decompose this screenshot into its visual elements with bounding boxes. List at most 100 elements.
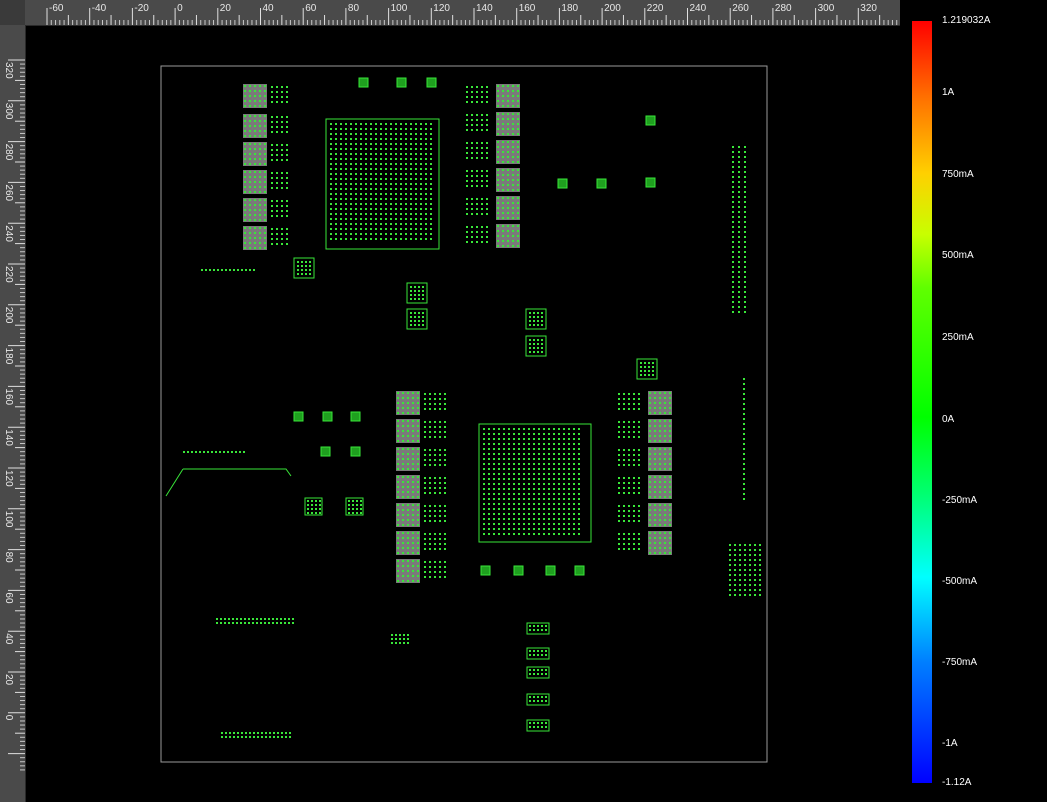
cap-via <box>424 548 426 550</box>
connector-pin <box>257 736 259 738</box>
upper-bga-ball <box>405 228 407 230</box>
memory-via <box>417 552 419 554</box>
cap-via <box>271 144 273 146</box>
chip-via <box>315 504 317 506</box>
via-block <box>744 574 746 576</box>
lower-bga-ball <box>558 453 560 455</box>
right-via-column <box>738 186 740 188</box>
cap-via <box>466 86 468 88</box>
memory-via <box>254 219 256 221</box>
connector-pin <box>199 451 201 453</box>
upper-bga-ball <box>335 238 337 240</box>
cap-via <box>444 520 446 522</box>
lower-bga-ball <box>528 453 530 455</box>
cap-via <box>286 101 288 103</box>
cap-via <box>439 449 441 451</box>
lower-bga-ball <box>528 503 530 505</box>
connector-pin <box>225 732 227 734</box>
cap-via <box>271 243 273 245</box>
memory-via <box>497 245 499 247</box>
memory-via <box>517 100 519 102</box>
cap-via <box>466 208 468 210</box>
connector-pin <box>229 732 231 734</box>
cap-via <box>281 154 283 156</box>
lower-bga-ball <box>558 498 560 500</box>
small-chip <box>426 77 437 88</box>
cap-via <box>476 226 478 228</box>
lower-bga-ball <box>548 508 550 510</box>
right-via-column <box>738 291 740 293</box>
ruler-left-label: 320 <box>3 62 14 79</box>
connector-pin <box>533 700 535 702</box>
upper-bga-ball <box>425 208 427 210</box>
memory-via <box>244 148 246 150</box>
memory-via <box>412 580 414 582</box>
connector-pin <box>288 618 290 620</box>
memory-via <box>512 113 514 115</box>
upper-bga-ball <box>405 123 407 125</box>
right-via-column <box>738 176 740 178</box>
cap-via <box>633 426 635 428</box>
cap-via <box>481 129 483 131</box>
memory-via <box>264 163 266 165</box>
memory-via <box>254 90 256 92</box>
cap-via <box>434 449 436 451</box>
upper-bga-ball <box>350 148 352 150</box>
lower-bga-ball <box>488 443 490 445</box>
chip-via <box>356 500 358 502</box>
via-block <box>734 589 736 591</box>
connector-pin <box>545 629 547 631</box>
connector-pin <box>217 269 219 271</box>
right-via-column <box>732 246 734 248</box>
ruler-left-label: 300 <box>3 103 14 120</box>
lower-bga-ball <box>508 508 510 510</box>
cap-via <box>618 515 620 517</box>
upper-bga-ball <box>345 228 347 230</box>
inductor-via <box>644 362 646 364</box>
upper-bga-ball <box>365 148 367 150</box>
upper-bga-ball <box>410 188 412 190</box>
upper-bga-ball <box>405 213 407 215</box>
memory-via <box>659 481 661 483</box>
upper-bga-ball <box>335 128 337 130</box>
memory-via <box>659 486 661 488</box>
lower-bga-ball <box>568 518 570 520</box>
memory-via <box>249 186 251 188</box>
right-via-column <box>744 181 746 183</box>
memory-via <box>502 197 504 199</box>
memory-via <box>407 397 409 399</box>
memory-via <box>244 186 246 188</box>
upper-bga-ball <box>340 158 342 160</box>
lower-bga-ball <box>503 463 505 465</box>
cap-via <box>429 492 431 494</box>
lower-bga-ball <box>563 458 565 460</box>
upper-bga-ball <box>400 218 402 220</box>
lower-bga-ball <box>578 443 580 445</box>
cap-via <box>486 96 488 98</box>
lower-bga-ball <box>553 533 555 535</box>
right-via-column <box>738 171 740 173</box>
memory-via <box>502 118 504 120</box>
lower-bga-ball <box>528 533 530 535</box>
chip-via <box>360 512 362 514</box>
upper-bga-ball <box>385 123 387 125</box>
connector-pin <box>545 654 547 656</box>
upper-bga-ball <box>345 143 347 145</box>
cap-via <box>628 403 630 405</box>
cap-via <box>434 543 436 545</box>
upper-bga-ball <box>400 213 402 215</box>
lower-bga-ball <box>513 513 515 515</box>
upper-bga-ball <box>345 218 347 220</box>
memory-via <box>654 496 656 498</box>
cap-via <box>623 538 625 540</box>
cap-via <box>281 91 283 93</box>
horizontal-ruler[interactable]: -60 -40 -20 0 20 40 60 80 100 120 140 160 180 200 220 2… <box>0 0 900 26</box>
vertical-ruler[interactable]: 320 300 280 260 240 220 200 180 160 140 120 100 80 60… <box>0 25 26 802</box>
lower-bga-ball <box>563 508 565 510</box>
pcb-current-map[interactable] <box>26 26 900 802</box>
legend-label-750ma: 750mA <box>942 169 974 180</box>
upper-bga-ball <box>365 178 367 180</box>
memory-via <box>254 199 256 201</box>
upper-bga-ball <box>330 188 332 190</box>
ruler-left-label: 40 <box>3 633 14 645</box>
